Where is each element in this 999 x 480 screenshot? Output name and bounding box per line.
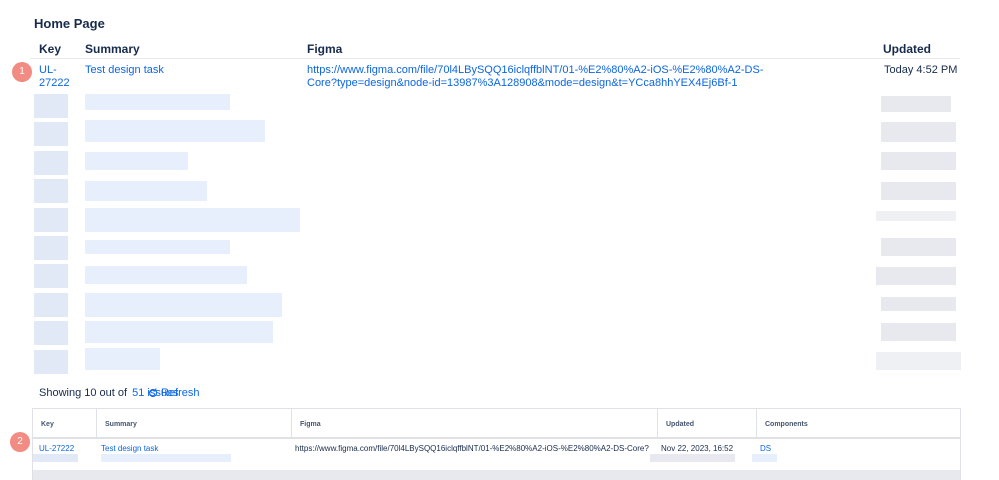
component-link[interactable]: DS <box>760 444 771 453</box>
redacted-rows <box>34 92 961 376</box>
page-title: Home Page <box>34 16 105 31</box>
issue-summary-link[interactable]: Test design task <box>101 444 158 453</box>
redacted-row <box>34 347 961 376</box>
redacted-row <box>34 177 959 205</box>
column-header-summary[interactable]: Summary <box>97 409 292 437</box>
column-header-components[interactable]: Components <box>757 409 853 437</box>
issue-key-link[interactable]: UL-27222 <box>39 444 74 453</box>
showing-text: Showing 10 out of <box>39 387 128 399</box>
table-row: UL- 27222 Test design task https://www.f… <box>30 59 960 93</box>
table-header: Key Summary Figma Updated <box>30 36 960 59</box>
column-header-updated[interactable]: Updated <box>883 42 931 56</box>
column-header-key[interactable]: Key <box>39 42 61 56</box>
redacted-row <box>34 234 959 262</box>
figma-value[interactable]: https://www.figma.com/file/70l4LBySQQ16i… <box>295 444 649 453</box>
redacted-row <box>34 291 959 319</box>
column-header-summary[interactable]: Summary <box>85 42 140 56</box>
redacted-row <box>34 206 959 234</box>
figma-link[interactable]: https://www.figma.com/file/70l4LBySQQ16i… <box>307 64 767 90</box>
refresh-button[interactable]: Refresh <box>148 387 200 399</box>
column-header-figma[interactable]: Figma <box>307 42 342 56</box>
annotation-badge-1: 1 <box>12 62 32 82</box>
table-header: Key Summary Figma Updated Components <box>33 409 960 439</box>
refresh-icon <box>149 388 157 397</box>
refresh-label: Refresh <box>161 387 200 399</box>
issues-table: Key Summary Figma Updated UL- 27222 Test… <box>30 36 960 93</box>
updated-value: Nov 22, 2023, 16:52 <box>661 444 734 453</box>
redacted-row <box>34 92 959 120</box>
annotation-badge-2: 2 <box>10 432 30 452</box>
redacted-row <box>34 149 959 177</box>
redacted-row <box>34 319 959 347</box>
redacted-row <box>34 262 959 290</box>
column-header-key[interactable]: Key <box>33 409 97 437</box>
redacted-row <box>34 120 959 148</box>
issue-key-link[interactable]: UL- 27222 <box>39 64 79 90</box>
issue-summary-link[interactable]: Test design task <box>85 64 164 76</box>
column-header-updated[interactable]: Updated <box>658 409 757 437</box>
redacted-row <box>33 454 960 480</box>
column-header-figma[interactable]: Figma <box>292 409 658 437</box>
updated-value: Today 4:52 PM <box>884 64 958 76</box>
issues-table-compact: Key Summary Figma Updated Components UL-… <box>32 408 961 480</box>
